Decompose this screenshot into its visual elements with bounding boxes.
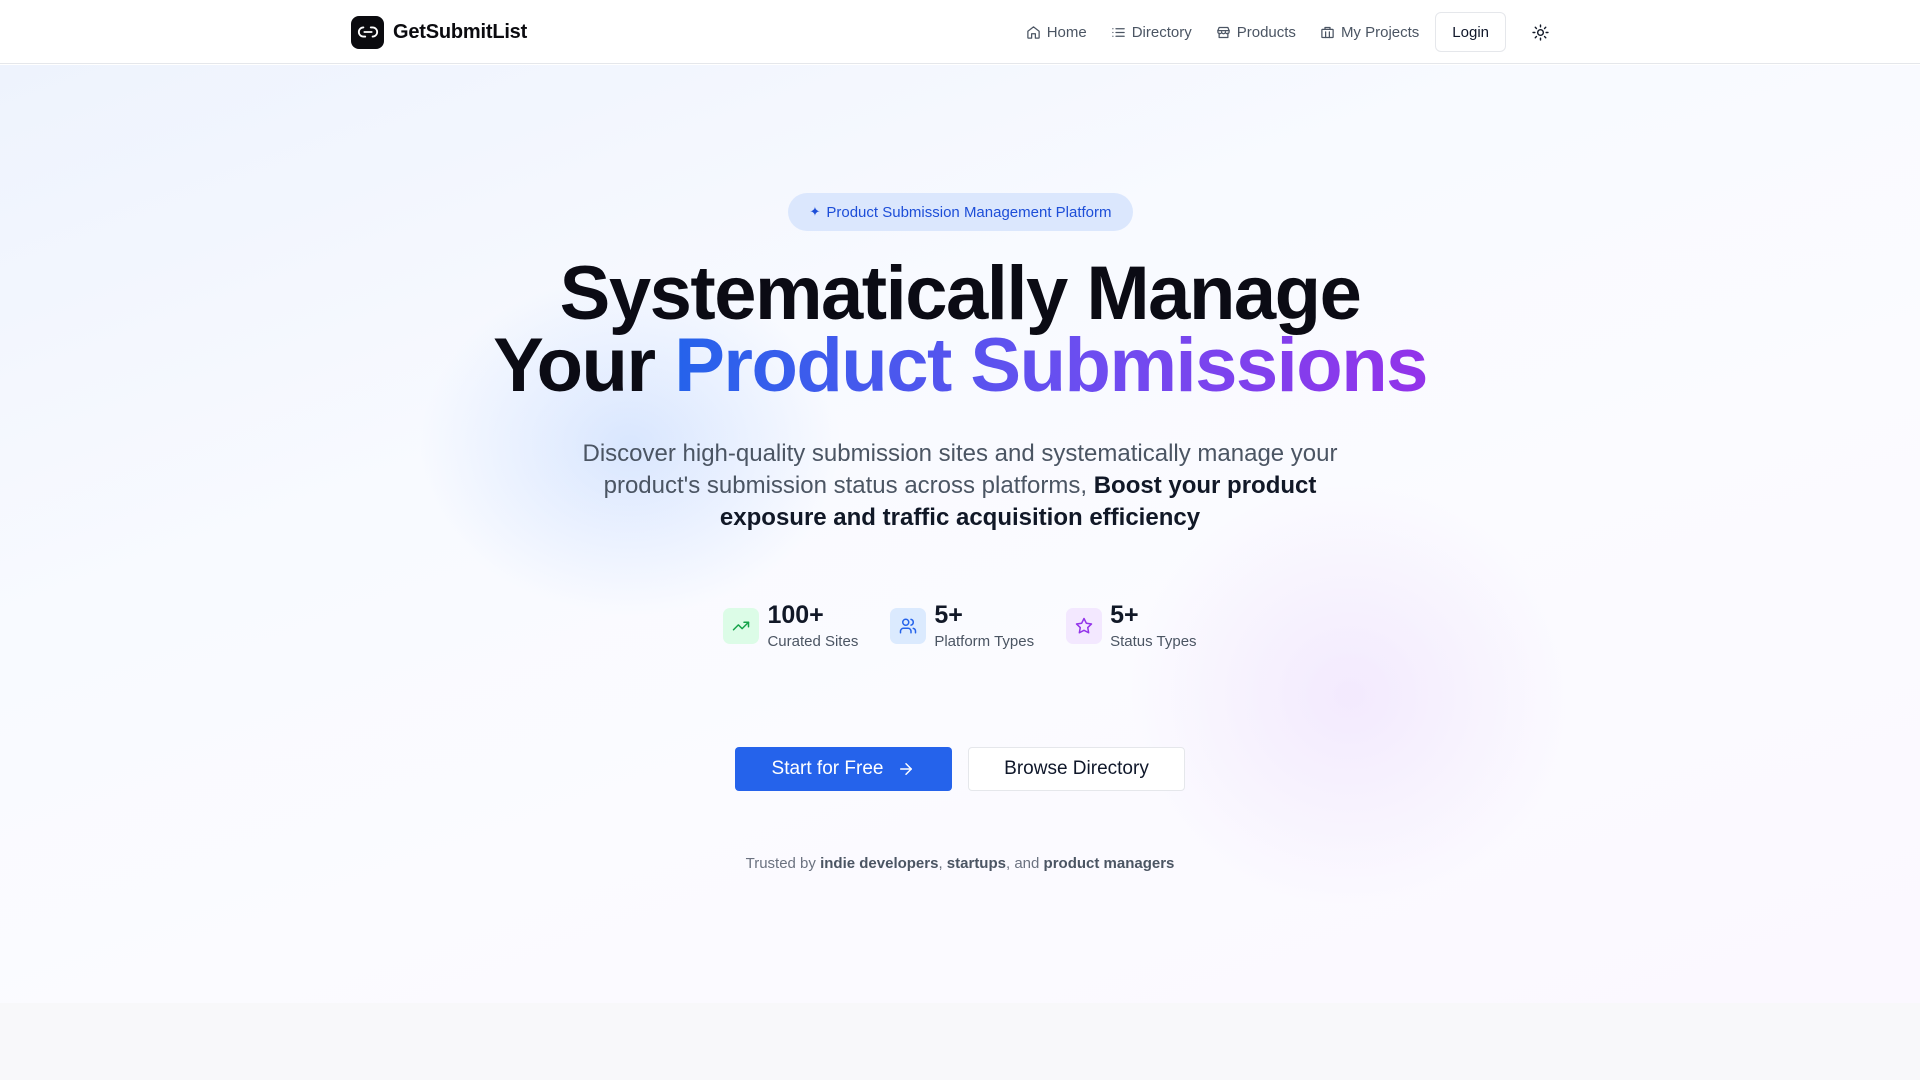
trusted-separator: , [938, 855, 943, 872]
next-section [0, 1003, 1920, 1080]
store-icon [1216, 26, 1230, 38]
brand-logo-link[interactable]: GetSubmitList [351, 15, 527, 49]
stat-label: Curated Sites [767, 633, 859, 650]
hero-title-highlight: Product Submissions [674, 323, 1428, 408]
platform-badge: ✦ Product Submission Management Platform [788, 193, 1133, 231]
stat-label: Platform Types [934, 633, 1035, 650]
nav-directory[interactable]: Directory [1103, 12, 1200, 52]
nav-products-label: Products [1236, 23, 1296, 41]
nav-home-label: Home [1046, 23, 1087, 41]
start-for-free-label: Start for Free [771, 758, 884, 779]
users-icon [890, 608, 927, 644]
trusted-group: product managers [1043, 855, 1175, 872]
trending-up-icon [723, 608, 760, 644]
link-icon [351, 15, 384, 49]
stat-value: 100+ [767, 601, 824, 629]
main-nav: Home Directory Products My Projects Logi… [1010, 12, 1558, 52]
trusted-prefix: Trusted by [745, 855, 816, 872]
nav-my-projects[interactable]: My Projects [1312, 12, 1427, 52]
nav-my-projects-label: My Projects [1340, 23, 1420, 41]
stats-row: 100+ Curated Sites 5+ Platform Types 5+ … [0, 600, 1920, 652]
stat-value: 5+ [934, 601, 963, 629]
login-button[interactable]: Login [1435, 12, 1506, 52]
arrow-right-icon [900, 763, 913, 775]
trusted-group: startups [946, 855, 1006, 872]
hero-title: Systematically Manage Your Product Submi… [0, 256, 1920, 404]
browse-directory-button[interactable]: Browse Directory [968, 747, 1185, 791]
cta-row: Start for Free Browse Directory [0, 747, 1920, 791]
badge-label: Product Submission Management Platform [826, 203, 1112, 221]
theme-toggle-button[interactable] [1522, 14, 1558, 50]
home-icon [1026, 25, 1040, 39]
sun-icon [1531, 23, 1549, 41]
trusted-separator: , and [1005, 855, 1040, 872]
trusted-by-text: Trusted by indie developers, startups, a… [0, 855, 1920, 872]
stat-label: Status Types [1110, 633, 1197, 650]
stat-curated-sites: 100+ Curated Sites [723, 600, 858, 652]
stat-value: 5+ [1110, 601, 1139, 629]
brand-name: GetSubmitList [393, 20, 528, 43]
site-header: GetSubmitList Home Directory Products My… [0, 0, 1920, 64]
hero-subtitle: Discover high-quality submission sites a… [560, 438, 1360, 534]
stat-platform-types: 5+ Platform Types [890, 600, 1034, 652]
star-icon [1066, 608, 1103, 644]
nav-products[interactable]: Products [1208, 12, 1304, 52]
nav-home[interactable]: Home [1018, 12, 1095, 52]
sparkle-icon: ✦ [809, 204, 821, 219]
background-glow-purple [1130, 485, 1570, 905]
trusted-group: indie developers [820, 855, 939, 872]
hero-title-line2-plain: Your [493, 323, 656, 408]
list-icon [1111, 27, 1125, 37]
briefcase-icon [1321, 26, 1334, 38]
start-for-free-button[interactable]: Start for Free [735, 747, 952, 791]
stat-status-types: 5+ Status Types [1066, 600, 1197, 652]
nav-directory-label: Directory [1131, 23, 1192, 41]
